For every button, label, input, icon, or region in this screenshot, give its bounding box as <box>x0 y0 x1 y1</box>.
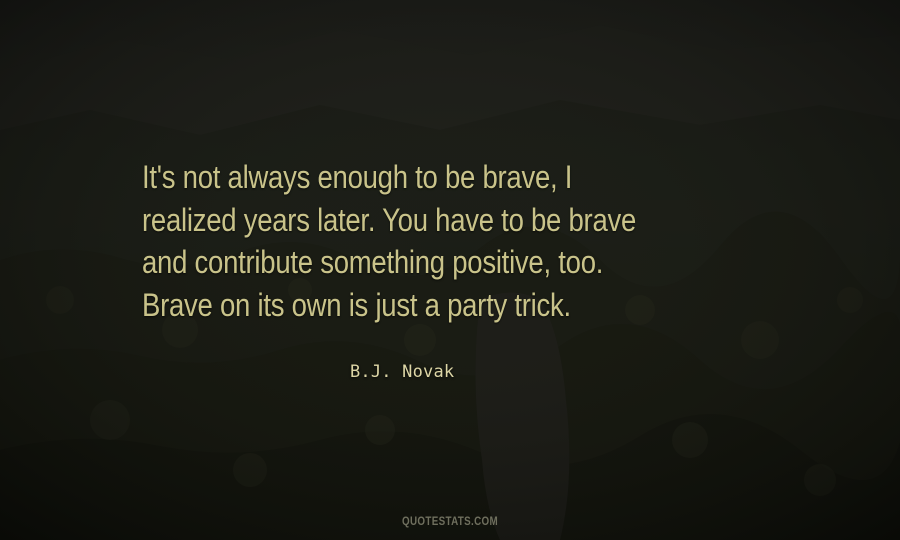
quote-line: Brave on its own is just a party trick. <box>142 286 571 323</box>
quote-text: It's not always enough to be brave, I re… <box>142 156 761 326</box>
site-watermark: QUOTESTATS.COM <box>401 514 499 528</box>
quote-author: B.J. Novak <box>350 362 455 382</box>
quote-card: It's not always enough to be brave, I re… <box>0 0 900 540</box>
quote-line: realized years later. You have to be bra… <box>142 201 637 238</box>
quote-line: It's not always enough to be brave, I <box>142 159 573 195</box>
quote-line: and contribute something positive, too. <box>142 244 604 280</box>
